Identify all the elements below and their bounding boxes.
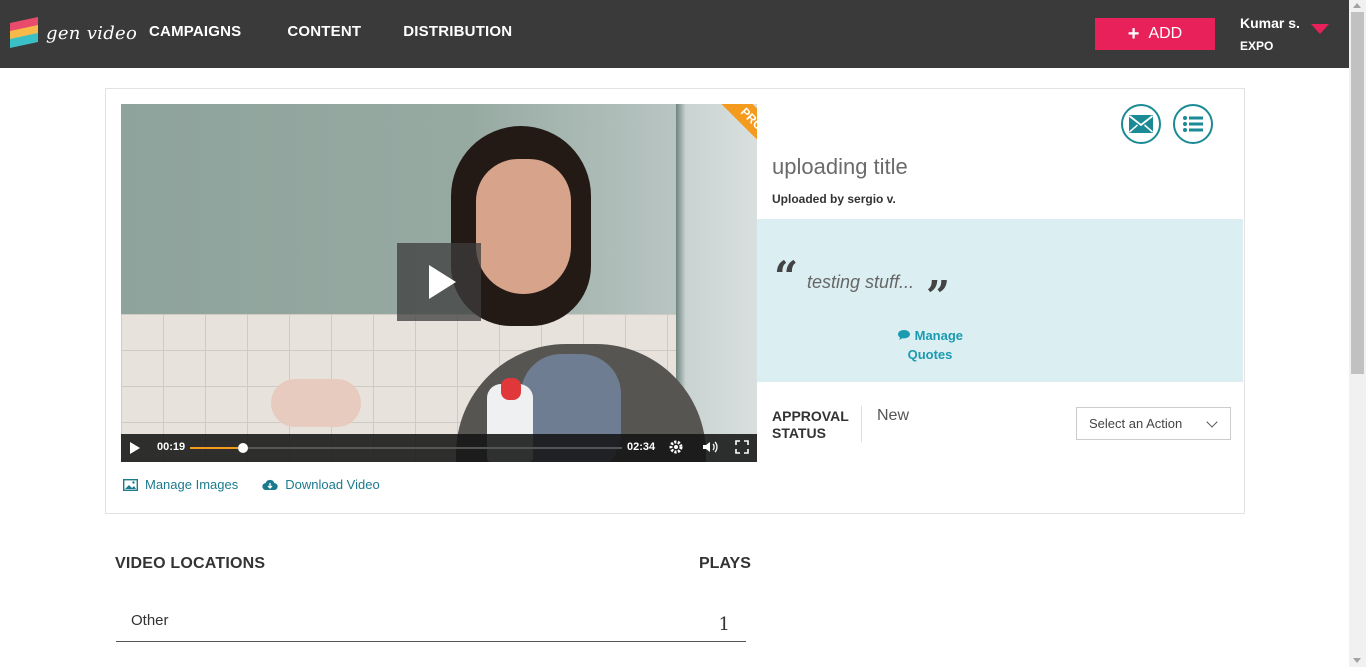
image-icon [123,478,138,491]
play-icon [428,265,456,299]
video-player[interactable]: PRO 00:19 02:34 [121,104,757,462]
manage-quotes-label: Manage Quotes [907,328,964,362]
plays-heading: PLAYS [699,555,751,572]
list-icon [1183,116,1203,132]
video-controls: 00:19 02:34 [121,434,757,462]
current-time: 00:19 [157,441,186,453]
media-links: Manage Images Download Video [123,477,404,492]
email-button[interactable] [1121,104,1161,144]
scroll-up-icon[interactable] [1353,3,1361,8]
envelope-icon [1128,115,1154,133]
logo[interactable]: gen video [10,17,138,48]
main-nav: CAMPAIGNS CONTENT DISTRIBUTION [149,23,558,40]
fullscreen-icon[interactable] [734,439,750,459]
logo-text: gen video [46,22,138,44]
add-button-label: ADD [1148,25,1183,42]
scroll-down-icon[interactable] [1353,658,1361,663]
approval-status-value: New [877,407,910,424]
uploaded-by: Uploaded by sergio v. [772,192,896,206]
seek-bar-progress [190,447,244,449]
manage-images-label: Manage Images [145,477,239,492]
location-plays: 1 [718,614,730,635]
divider [861,406,862,442]
list-button[interactable] [1173,104,1213,144]
user-menu[interactable]: Kumar s. EXPO [1240,15,1300,53]
plus-icon: + [1127,23,1140,45]
download-video-label: Download Video [285,477,380,492]
open-quote-icon: “ [774,252,799,301]
nav-campaigns[interactable]: CAMPAIGNS [149,23,241,40]
top-navbar: gen video CAMPAIGNS CONTENT DISTRIBUTION… [0,0,1349,68]
seek-bar[interactable] [190,443,622,453]
close-quote-icon: ” [926,272,951,321]
seek-bar-handle[interactable] [238,443,249,453]
manage-images-link[interactable]: Manage Images [123,477,238,492]
quote-panel [757,219,1243,382]
logo-icon [10,17,38,48]
quote-text: testing stuff... [807,272,915,292]
video-frame-hand [271,379,361,427]
chevron-down-icon [1206,416,1218,428]
table-row: Other 1 [116,602,746,642]
play-pause-icon[interactable] [130,442,140,454]
download-video-link[interactable]: Download Video [262,477,380,492]
nav-content[interactable]: CONTENT [287,23,361,40]
user-org: EXPO [1240,39,1274,53]
cloud-download-icon [262,479,278,490]
action-select[interactable]: Select an Action [1076,407,1231,440]
big-play-button[interactable] [397,243,481,321]
volume-icon[interactable] [701,439,719,459]
video-locations-heading: VIDEO LOCATIONS [115,555,266,572]
manage-quotes-link[interactable]: Manage Quotes [880,326,980,364]
location-name: Other [131,612,169,629]
video-frame-bottle-cap [501,378,521,400]
video-frame-face [476,159,571,294]
caret-down-icon[interactable] [1311,24,1329,34]
nav-distribution[interactable]: DISTRIBUTION [403,23,512,40]
comment-icon [897,330,910,340]
action-select-value: Select an Action [1089,416,1183,431]
video-title: uploading title [772,154,908,179]
add-button[interactable]: + ADD [1095,18,1215,50]
duration: 02:34 [627,441,656,453]
user-name: Kumar s. [1240,15,1300,31]
settings-gear-icon[interactable] [668,439,684,459]
scrollbar-thumb[interactable] [1351,12,1364,374]
approval-status-label: APPROVAL STATUS [772,408,849,441]
